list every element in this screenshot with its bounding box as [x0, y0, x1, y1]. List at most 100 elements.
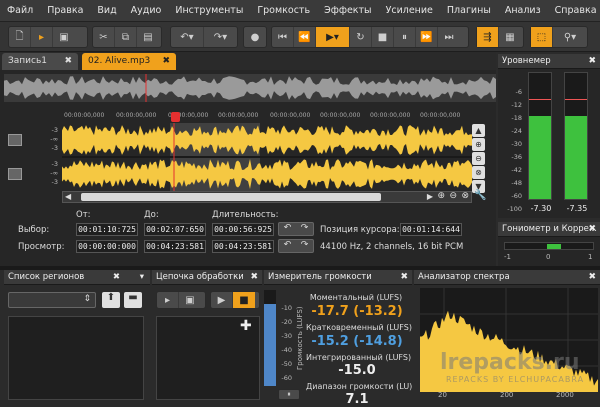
zoom-tool-button[interactable]: ⚲▾: [553, 27, 587, 47]
goniometer-title: Гониометр и Корре... ✖: [498, 222, 600, 237]
scroll-up-button[interactable]: ▲: [472, 124, 485, 137]
go-start-button[interactable]: ⏮: [272, 27, 294, 47]
close-icon[interactable]: ✖: [588, 222, 596, 237]
select-arrow-icon: ⇕: [83, 294, 91, 304]
redo-icon[interactable]: ↷: [301, 223, 309, 235]
menu-item[interactable]: Эффекты: [317, 0, 379, 22]
redo-button[interactable]: ↷▾: [204, 27, 237, 47]
play-button[interactable]: ▶▾: [316, 27, 350, 47]
menu-item[interactable]: Громкость: [250, 0, 317, 22]
menu-item[interactable]: Файл: [0, 0, 40, 22]
menu-item[interactable]: Вид: [90, 0, 123, 22]
close-icon[interactable]: ✖: [64, 53, 72, 70]
region-up-button[interactable]: ⬆: [102, 292, 120, 308]
menu-item[interactable]: Аудио: [124, 0, 169, 22]
menu-item[interactable]: Правка: [40, 0, 90, 22]
zoom-out-icon[interactable]: ⊖: [472, 152, 485, 165]
selection-to-field[interactable]: 00:02:07:650: [144, 223, 206, 236]
regions-list[interactable]: [8, 316, 144, 400]
scroll-thumb[interactable]: [81, 193, 381, 201]
close-icon[interactable]: ✖: [162, 53, 170, 70]
record-button[interactable]: ●: [244, 27, 266, 47]
peak-marker: [565, 99, 587, 100]
undo-button[interactable]: ↶▾: [171, 27, 205, 47]
correlation-max: 1: [588, 253, 593, 261]
loudness-pause-button[interactable]: ⏸: [278, 389, 300, 400]
zoom-fit-icon[interactable]: ⊗: [472, 166, 485, 179]
menu-item[interactable]: Справка: [548, 0, 600, 22]
menu-item[interactable]: Инструменты: [168, 0, 250, 22]
view-length-field[interactable]: 00:04:23:581: [212, 240, 274, 253]
chain-stop-button[interactable]: ■: [233, 292, 255, 308]
follow-cursor-button[interactable]: ⇶: [477, 27, 499, 47]
left-channel-meter: [528, 72, 552, 200]
playhead-marker[interactable]: [171, 112, 180, 122]
tab-alive-mp3[interactable]: 02. Alive.mp3 ✖: [82, 53, 176, 70]
select-tool-button[interactable]: ⬚: [531, 27, 553, 47]
channel-right-toggle[interactable]: [8, 168, 22, 180]
panel-title-text: Цепочка обработки: [156, 272, 244, 282]
time-ruler: 00:00:00,000 00:00:00,000 00:00:00,000 0…: [62, 112, 472, 122]
paste-button[interactable]: ▤: [137, 27, 159, 47]
redo-icon[interactable]: ↷: [301, 240, 309, 252]
rewind-button[interactable]: ⏪: [294, 27, 316, 47]
zoom-all-icon[interactable]: ⊗: [461, 191, 469, 201]
new-file-button[interactable]: 🗋: [9, 27, 31, 47]
close-icon[interactable]: ✖: [588, 54, 596, 69]
db-label: -∞: [50, 135, 58, 143]
undo-icon[interactable]: ↶: [284, 223, 292, 235]
waveform-overview[interactable]: [4, 74, 496, 102]
spectrum-view-button[interactable]: ▦: [499, 27, 521, 47]
open-file-button[interactable]: ▸: [31, 27, 53, 47]
menu-item[interactable]: Плагины: [440, 0, 498, 22]
correlation-bar: [504, 242, 594, 250]
settings-wrench-icon[interactable]: 🔧: [474, 190, 486, 202]
region-select[interactable]: ⇕: [8, 292, 96, 308]
cut-button[interactable]: ✂: [93, 27, 115, 47]
left-level-value: -7.30: [530, 204, 552, 213]
scroll-right-icon[interactable]: ▶: [427, 192, 433, 201]
loudness-tick-label: -60: [281, 374, 292, 382]
stop-button[interactable]: ■: [372, 27, 394, 47]
close-icon[interactable]: ✖: [400, 270, 408, 285]
db-label: -∞: [50, 169, 58, 177]
ruler-tick: 00:00:00,000: [270, 112, 311, 119]
tab-label: Запись1: [8, 56, 47, 66]
add-effect-icon[interactable]: ✚: [240, 318, 252, 334]
zoom-out-h-icon[interactable]: ⊖: [449, 191, 457, 201]
panel-menu-icon[interactable]: ▾: [140, 270, 144, 285]
document-tabs: Запись1 ✖ 02. Alive.mp3 ✖: [0, 52, 496, 70]
go-end-button[interactable]: ⏭: [438, 27, 460, 47]
undo-icon[interactable]: ↶: [284, 240, 292, 252]
pause-button[interactable]: ⏸: [394, 27, 416, 47]
close-icon[interactable]: ✖: [250, 270, 258, 285]
ruler-tick: 00:00:00,000: [218, 112, 259, 119]
file-group: 🗋 ▸ ▣: [8, 26, 88, 48]
close-icon[interactable]: ✖: [588, 270, 596, 285]
chain-play-button[interactable]: ▶: [211, 292, 233, 308]
save-button[interactable]: ▣: [53, 27, 75, 47]
close-icon[interactable]: ✖: [113, 270, 120, 285]
loop-button[interactable]: ↻: [350, 27, 372, 47]
scroll-left-icon[interactable]: ◀: [65, 192, 71, 201]
selection-from-field[interactable]: 00:01:10:725: [76, 223, 138, 236]
history-group: ↶▾ ↷▾: [170, 26, 238, 48]
waveform-tracks[interactable]: [62, 123, 472, 191]
menu-item[interactable]: Усиление: [379, 0, 440, 22]
selection-length-field[interactable]: 00:00:56:925: [212, 223, 274, 236]
cursor-position-field[interactable]: 00:01:14:644: [400, 223, 462, 236]
view-to-field[interactable]: 00:04:23:581: [144, 240, 206, 253]
chain-open-button[interactable]: ▸: [157, 292, 179, 308]
zoom-in-icon[interactable]: ⊕: [472, 138, 485, 151]
copy-button[interactable]: ⧉: [115, 27, 137, 47]
region-folder-button[interactable]: ▬: [124, 292, 142, 308]
view-from-field[interactable]: 00:00:00:000: [76, 240, 138, 253]
menu-item[interactable]: Анализ: [498, 0, 548, 22]
horizontal-scrollbar[interactable]: ◀ ▶ ⊕ ⊖ ⊗: [62, 191, 472, 203]
zoom-in-h-icon[interactable]: ⊕: [437, 191, 445, 201]
loudness-scale: -10 -20 -30 -40 -50 -60: [276, 288, 294, 388]
forward-button[interactable]: ⏩: [416, 27, 438, 47]
chain-save-button[interactable]: ▣: [179, 292, 201, 308]
channel-left-toggle[interactable]: [8, 134, 22, 146]
tab-record1[interactable]: Запись1 ✖: [2, 53, 78, 70]
